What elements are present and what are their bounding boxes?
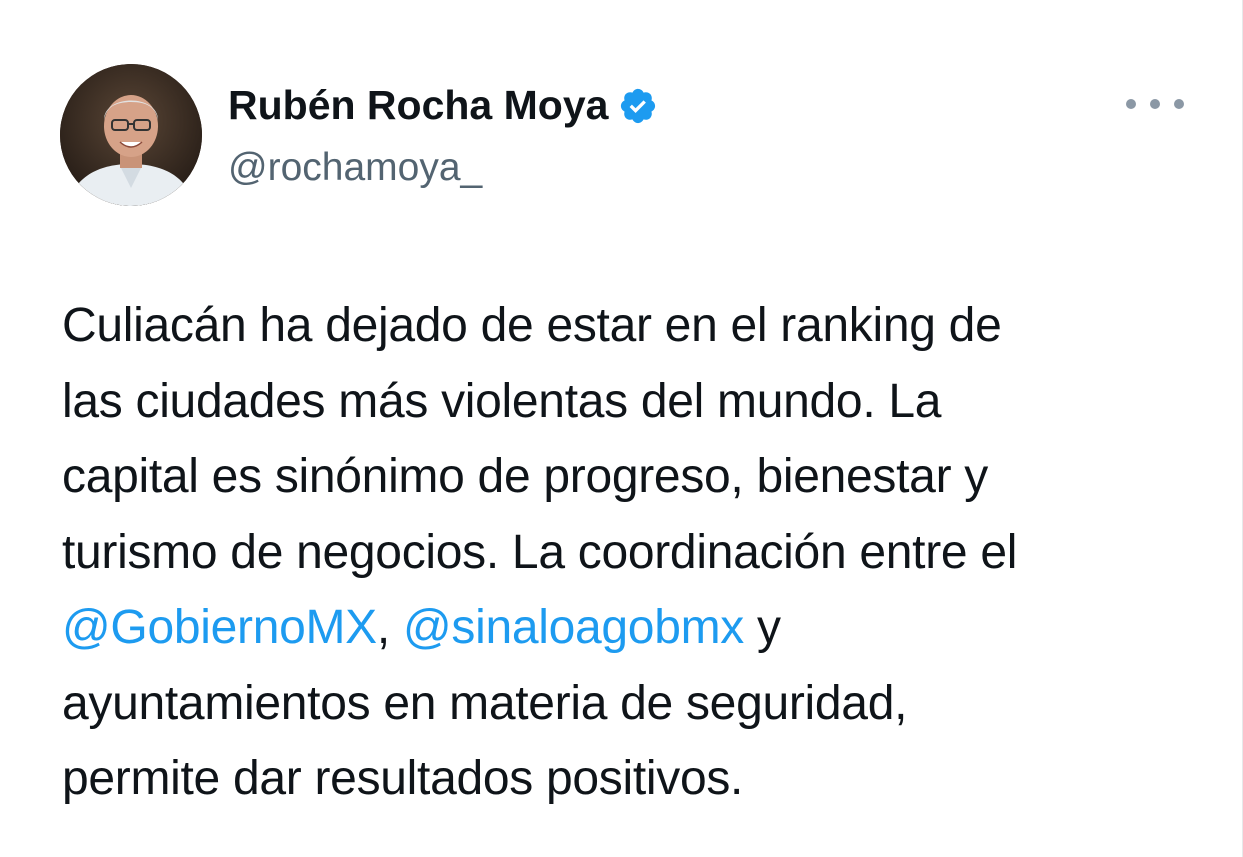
dot-icon — [1150, 99, 1160, 109]
tweet-line: capital es sinónimo de progreso, bienest… — [62, 450, 988, 503]
display-name[interactable]: Rubén Rocha Moya — [228, 82, 608, 129]
more-options-icon[interactable] — [1126, 92, 1184, 116]
tweet-card: Rubén Rocha Moya @rochamoya_ Culiacán ha… — [0, 0, 1243, 857]
avatar[interactable] — [60, 64, 202, 206]
handle[interactable]: @rochamoya_ — [228, 146, 482, 190]
avatar-photo — [60, 64, 202, 206]
mention-link[interactable]: @GobiernoMX — [62, 601, 377, 654]
tweet-line: permite dar resultados positivos. — [62, 752, 744, 805]
tweet-text-fragment: y — [743, 601, 781, 654]
tweet-text: Culiacán ha dejado de estar en el rankin… — [62, 288, 1202, 817]
author-row: Rubén Rocha Moya — [228, 82, 658, 129]
mention-link[interactable]: @sinaloagobmx — [403, 601, 744, 654]
dot-icon — [1126, 99, 1136, 109]
tweet-line: turismo de negocios. La coordinación ent… — [62, 525, 1018, 579]
mention-separator: , — [376, 601, 403, 654]
tweet-line: las ciudades más violentas del mundo. La — [62, 374, 942, 428]
dot-icon — [1174, 99, 1184, 109]
tweet-line: Culiacán ha dejado de estar en el rankin… — [62, 299, 1002, 352]
tweet-line-mentions: @GobiernoMX, @sinaloagobmx y — [62, 590, 1202, 666]
verified-badge-icon — [618, 86, 658, 126]
tweet-line: ayuntamientos en materia de seguridad, — [62, 676, 908, 730]
